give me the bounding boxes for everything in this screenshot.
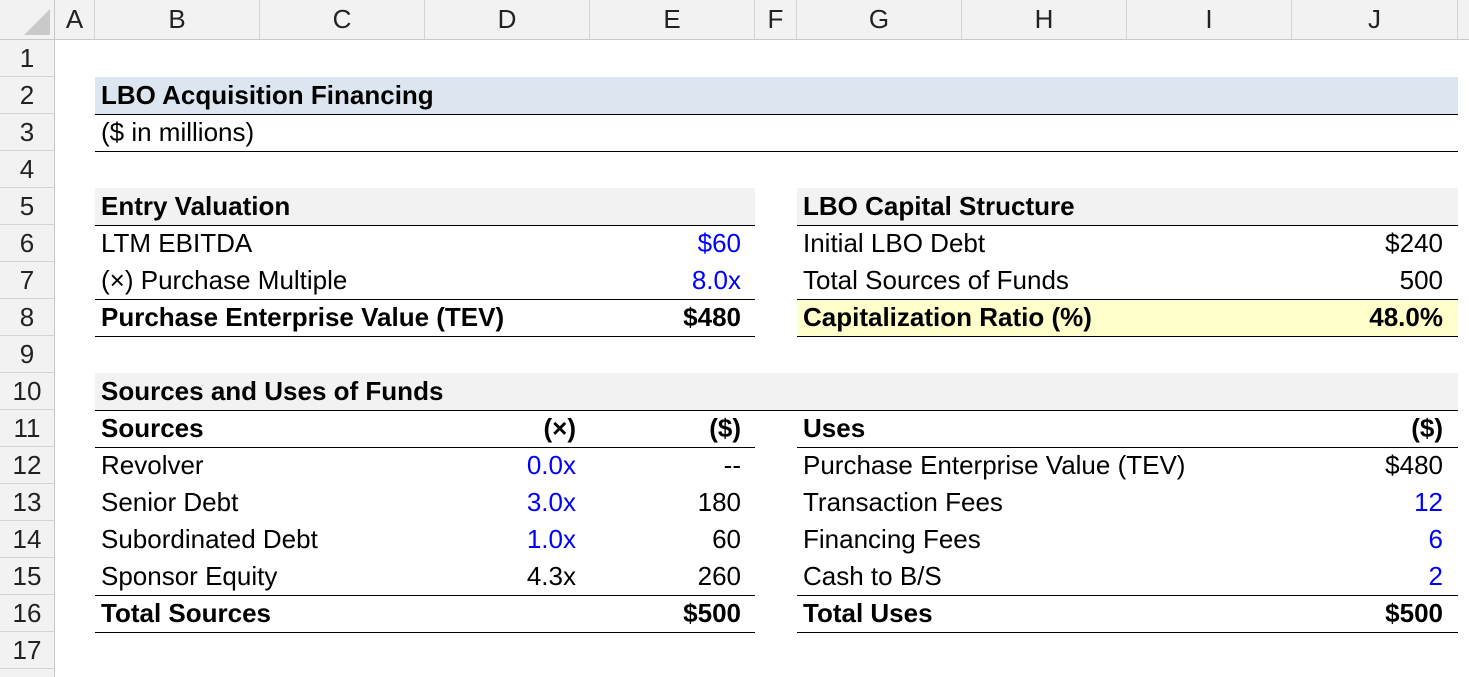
initial-debt-value[interactable]: $240: [1292, 225, 1443, 262]
use-label[interactable]: Cash to B/S: [803, 558, 942, 595]
source-multiple[interactable]: 1.0x: [425, 521, 576, 558]
column-header-h[interactable]: H: [962, 0, 1127, 40]
use-amount[interactable]: 2: [1292, 558, 1443, 595]
uses-column-header[interactable]: Uses: [803, 410, 865, 447]
use-label[interactable]: Transaction Fees: [803, 484, 1003, 521]
column-header-j[interactable]: J: [1292, 0, 1458, 40]
purchase-multiple-value[interactable]: 8.0x: [590, 262, 741, 299]
row-header-14[interactable]: 14: [0, 521, 55, 558]
source-multiple[interactable]: 4.3x: [425, 558, 576, 595]
row-header-2[interactable]: 2: [0, 77, 55, 114]
multiple-column-header[interactable]: (×): [425, 410, 577, 447]
capitalization-ratio-value[interactable]: 48.0%: [1292, 299, 1443, 336]
ltm-ebitda-value[interactable]: $60: [590, 225, 741, 262]
sources-uses-header[interactable]: Sources and Uses of Funds: [101, 373, 443, 410]
row-header-9[interactable]: 9: [0, 336, 55, 373]
source-multiple[interactable]: 0.0x: [425, 447, 576, 484]
total-sources-value[interactable]: $500: [590, 595, 741, 632]
use-amount[interactable]: 12: [1292, 484, 1443, 521]
rule: [95, 114, 1458, 115]
capitalization-ratio-label[interactable]: Capitalization Ratio (%): [803, 299, 1092, 336]
row-header-12[interactable]: 12: [0, 447, 55, 484]
column-header-a[interactable]: A: [55, 0, 95, 40]
column-header-d[interactable]: D: [425, 0, 590, 40]
total-uses-value[interactable]: $500: [1292, 595, 1443, 632]
source-amount[interactable]: --: [590, 447, 741, 484]
tev-label[interactable]: Purchase Enterprise Value (TEV): [101, 299, 504, 336]
row-header-17[interactable]: 17: [0, 632, 55, 669]
row-header-13[interactable]: 13: [0, 484, 55, 521]
source-label[interactable]: Subordinated Debt: [101, 521, 318, 558]
source-label[interactable]: Sponsor Equity: [101, 558, 277, 595]
use-label[interactable]: Financing Fees: [803, 521, 981, 558]
select-all-icon: [24, 9, 50, 35]
row-header-16[interactable]: 16: [0, 595, 55, 632]
total-sources-label[interactable]: Total Sources: [101, 595, 271, 632]
sources-dollar-column-header[interactable]: ($): [590, 410, 741, 447]
source-amount[interactable]: 180: [590, 484, 741, 521]
row-header-5[interactable]: 5: [0, 188, 55, 225]
rule: [95, 151, 1458, 152]
column-header-g[interactable]: G: [797, 0, 962, 40]
spreadsheet: A B C D E F G H I J 1 2 3 4 5 6 7 8 9 10…: [0, 0, 1469, 677]
column-header-c[interactable]: C: [260, 0, 425, 40]
source-multiple[interactable]: 3.0x: [425, 484, 576, 521]
row-header-7[interactable]: 7: [0, 262, 55, 299]
select-all-corner[interactable]: [0, 0, 55, 40]
use-amount[interactable]: $480: [1292, 447, 1443, 484]
rule: [95, 336, 755, 337]
column-header-e[interactable]: E: [590, 0, 755, 40]
row-header-4[interactable]: 4: [0, 151, 55, 188]
purchase-multiple-label[interactable]: (×) Purchase Multiple: [101, 262, 347, 299]
source-label[interactable]: Revolver: [101, 447, 204, 484]
rule: [95, 410, 1458, 411]
entry-valuation-header[interactable]: Entry Valuation: [101, 188, 290, 225]
use-label[interactable]: Purchase Enterprise Value (TEV): [803, 447, 1185, 484]
column-header-b[interactable]: B: [95, 0, 260, 40]
capital-structure-header[interactable]: LBO Capital Structure: [803, 188, 1075, 225]
ltm-ebitda-label[interactable]: LTM EBITDA: [101, 225, 252, 262]
rule: [797, 336, 1458, 337]
column-header-i[interactable]: I: [1127, 0, 1292, 40]
column-header-f[interactable]: F: [755, 0, 797, 40]
uses-dollar-column-header[interactable]: ($): [1292, 410, 1443, 447]
row-header-15[interactable]: 15: [0, 558, 55, 595]
column-header-overflow: [1458, 0, 1469, 40]
use-amount[interactable]: 6: [1292, 521, 1443, 558]
row-header-10[interactable]: 10: [0, 373, 55, 410]
sheet-title[interactable]: LBO Acquisition Financing: [101, 77, 434, 114]
total-sources-funds-value[interactable]: 500: [1292, 262, 1443, 299]
rule: [797, 632, 1458, 633]
row-header-overflow: [0, 669, 55, 677]
row-header-1[interactable]: 1: [0, 40, 55, 77]
tev-value[interactable]: $480: [590, 299, 741, 336]
row-header-3[interactable]: 3: [0, 114, 55, 151]
sources-column-header[interactable]: Sources: [101, 410, 204, 447]
sheet-subtitle[interactable]: ($ in millions): [101, 114, 254, 151]
total-sources-funds-label[interactable]: Total Sources of Funds: [803, 262, 1069, 299]
total-uses-label[interactable]: Total Uses: [803, 595, 933, 632]
row-header-11[interactable]: 11: [0, 410, 55, 447]
source-label[interactable]: Senior Debt: [101, 484, 238, 521]
row-header-8[interactable]: 8: [0, 299, 55, 336]
rule: [95, 632, 755, 633]
row-header-6[interactable]: 6: [0, 225, 55, 262]
initial-debt-label[interactable]: Initial LBO Debt: [803, 225, 985, 262]
source-amount[interactable]: 260: [590, 558, 741, 595]
source-amount[interactable]: 60: [590, 521, 741, 558]
